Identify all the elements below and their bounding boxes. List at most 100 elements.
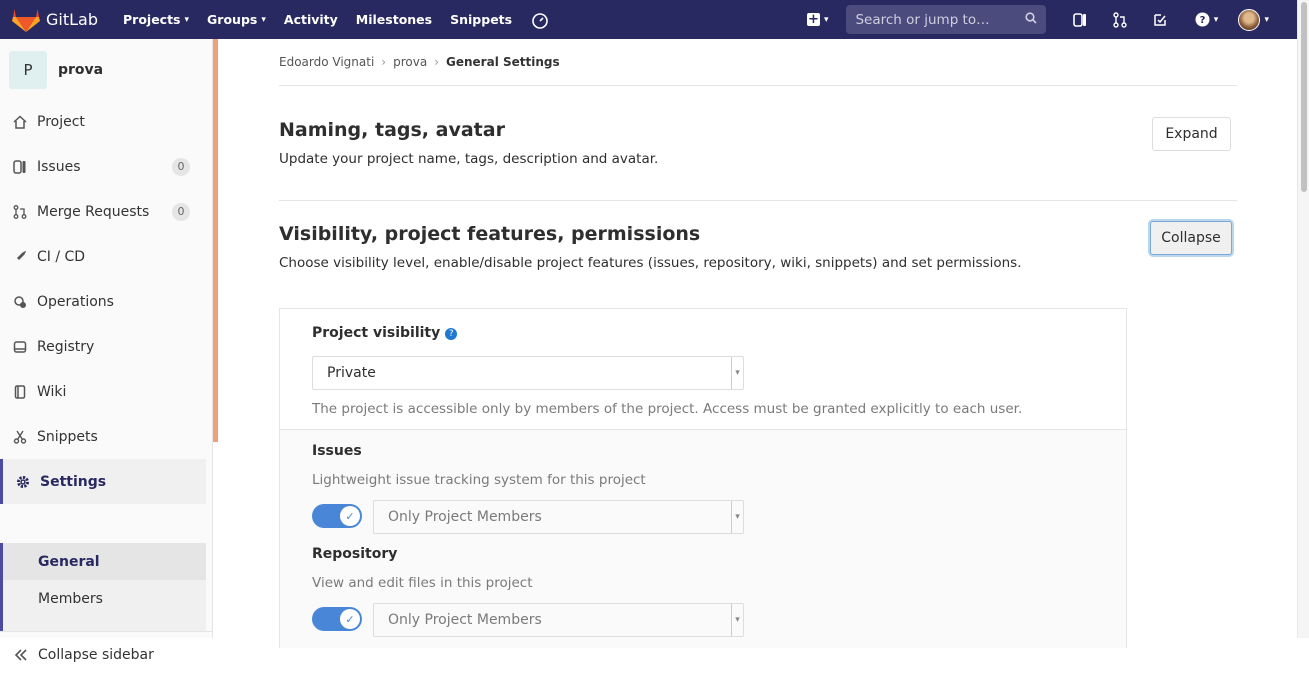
sidebar-item-label: Project	[37, 113, 85, 130]
visibility-selected-value: Private	[327, 365, 376, 381]
feature-description-repository: View and edit files in this project	[312, 575, 533, 591]
home-icon	[13, 114, 27, 129]
sidebar-item-label: Settings	[40, 473, 107, 490]
section-title: Naming, tags, avatar	[279, 119, 505, 141]
breadcrumb-link-project[interactable]: prova	[393, 55, 427, 69]
chevron-down-icon: ▾	[1264, 14, 1269, 25]
issues-access-select[interactable]: Only Project Members ▾	[373, 500, 744, 534]
sidebar-item-issues[interactable]: Issues 0	[0, 144, 206, 189]
submenu-item-members[interactable]: Members	[3, 580, 206, 617]
top-navbar: GitLab Projects ▾ Groups ▾ Activity Milest…	[0, 0, 1297, 39]
double-chevron-left-icon	[14, 648, 28, 662]
visibility-settings-panel: Project visibility? Private ▾ The projec…	[279, 308, 1127, 648]
repository-access-select[interactable]: Only Project Members ▾	[373, 603, 744, 637]
visibility-select[interactable]: Private ▾	[312, 356, 744, 390]
user-menu[interactable]: ▾	[1238, 8, 1269, 31]
scissors-icon	[13, 430, 27, 444]
sidebar-item-label: Wiki	[37, 383, 67, 400]
count-badge: 0	[172, 202, 190, 221]
sidebar-resize-accent	[213, 39, 218, 442]
features-area: Issues Lightweight issue tracking system…	[280, 429, 1126, 648]
sidebar-item-ci-cd[interactable]: CI / CD	[0, 234, 206, 279]
nav-projects[interactable]: Projects ▾	[123, 10, 189, 30]
sidebar-item-snippets[interactable]: Snippets	[0, 414, 206, 459]
nav-snippets[interactable]: Snippets	[450, 10, 512, 30]
project-avatar: P	[9, 51, 47, 89]
nav-groups[interactable]: Groups ▾	[207, 10, 266, 30]
breadcrumb-current: General Settings	[446, 55, 560, 69]
plus-icon: +	[806, 12, 820, 27]
search-icon	[1025, 11, 1038, 28]
new-item-button[interactable]: + ▾	[806, 12, 829, 27]
feature-description-issues: Lightweight issue tracking system for th…	[312, 472, 646, 488]
sidebar-item-settings[interactable]: Settings	[0, 459, 206, 504]
brand-name: GitLab	[46, 10, 98, 29]
scrollbar-thumb[interactable]	[1301, 2, 1307, 192]
project-visibility-label: Project visibility?	[312, 322, 458, 341]
sidebar-item-registry[interactable]: Registry	[0, 324, 206, 369]
collapse-button[interactable]: Collapse	[1150, 221, 1232, 255]
sidebar-item-merge-requests[interactable]: Merge Requests 0	[0, 189, 206, 234]
chevron-down-icon: ▾	[731, 501, 743, 533]
project-visibility-text: Project visibility	[312, 325, 441, 341]
merge-request-icon[interactable]	[1110, 10, 1130, 30]
nav-projects-label: Projects	[123, 12, 181, 27]
sidebar-item-operations[interactable]: Operations	[0, 279, 206, 324]
issues-icon[interactable]	[1070, 10, 1090, 30]
divider	[279, 200, 1237, 201]
main-content: Edoardo Vignati › prova › General Settin…	[279, 39, 1237, 648]
nav-activity[interactable]: Activity	[284, 10, 338, 30]
feature-title-repository: Repository	[312, 546, 398, 562]
visibility-section: Visibility, project features, permission…	[279, 223, 1021, 271]
project-name: prova	[58, 62, 104, 78]
check-icon: ✓	[340, 506, 360, 526]
sidebar-item-label: Issues	[37, 158, 81, 175]
visibility-help-text: The project is accessible only by member…	[312, 401, 1023, 417]
chevron-down-icon: ▾	[261, 14, 266, 25]
issues-toggle[interactable]: ✓	[312, 504, 362, 528]
chevron-down-icon: ▾	[731, 357, 743, 389]
rocket-icon	[13, 250, 27, 264]
book-icon	[13, 384, 27, 399]
question-circle-icon[interactable]: ?	[445, 328, 458, 340]
gauge-icon[interactable]	[530, 10, 550, 30]
page-scrollbar[interactable]	[1297, 0, 1309, 638]
submenu-item-general[interactable]: General	[3, 543, 206, 580]
sidebar-item-label: Operations	[37, 293, 114, 310]
gitlab-logo[interactable]: GitLab	[12, 7, 98, 33]
todo-check-icon[interactable]	[1150, 10, 1170, 30]
breadcrumb: Edoardo Vignati › prova › General Settin…	[279, 39, 1237, 86]
collapse-sidebar-label: Collapse sidebar	[38, 646, 154, 663]
settings-submenu: General Members	[0, 543, 206, 631]
disk-icon	[13, 340, 27, 354]
cloud-gear-icon	[13, 295, 27, 309]
chevron-down-icon: ▾	[184, 14, 190, 25]
repository-toggle[interactable]: ✓	[312, 607, 362, 631]
chevron-down-icon: ▾	[823, 14, 829, 25]
avatar	[1238, 8, 1261, 31]
gitlab-tanuki-icon	[12, 8, 40, 32]
nav-milestones[interactable]: Milestones	[356, 10, 432, 30]
sidebar-item-wiki[interactable]: Wiki	[0, 369, 206, 414]
sidebar-item-project[interactable]: Project	[0, 99, 206, 144]
repository-access-value: Only Project Members	[388, 612, 542, 628]
help-icon[interactable]: ? ▾	[1190, 10, 1222, 30]
section-description: Update your project name, tags, descript…	[279, 151, 659, 167]
check-icon: ✓	[340, 609, 360, 629]
chevron-down-icon: ▾	[1213, 14, 1219, 25]
svg-text:?: ?	[1199, 15, 1205, 26]
breadcrumb-link-owner[interactable]: Edoardo Vignati	[279, 55, 374, 69]
section-title: Visibility, project features, permission…	[279, 223, 701, 245]
issues-access-value: Only Project Members	[388, 509, 542, 525]
project-sidebar: P prova Project Issues 0 Merge Requests …	[0, 39, 213, 663]
issues-icon	[13, 159, 27, 174]
chevron-right-icon: ›	[381, 55, 387, 69]
sidebar-item-label: Registry	[37, 338, 95, 355]
sidebar-item-label: Snippets	[37, 428, 98, 445]
expand-button[interactable]: Expand	[1152, 117, 1231, 151]
search-placeholder: Search or jump to…	[855, 11, 990, 28]
search-input[interactable]: Search or jump to…	[846, 5, 1047, 34]
section-description: Choose visibility level, enable/disable …	[279, 255, 1022, 271]
sidebar-item-label: CI / CD	[37, 248, 86, 265]
project-header[interactable]: P prova	[0, 39, 212, 101]
